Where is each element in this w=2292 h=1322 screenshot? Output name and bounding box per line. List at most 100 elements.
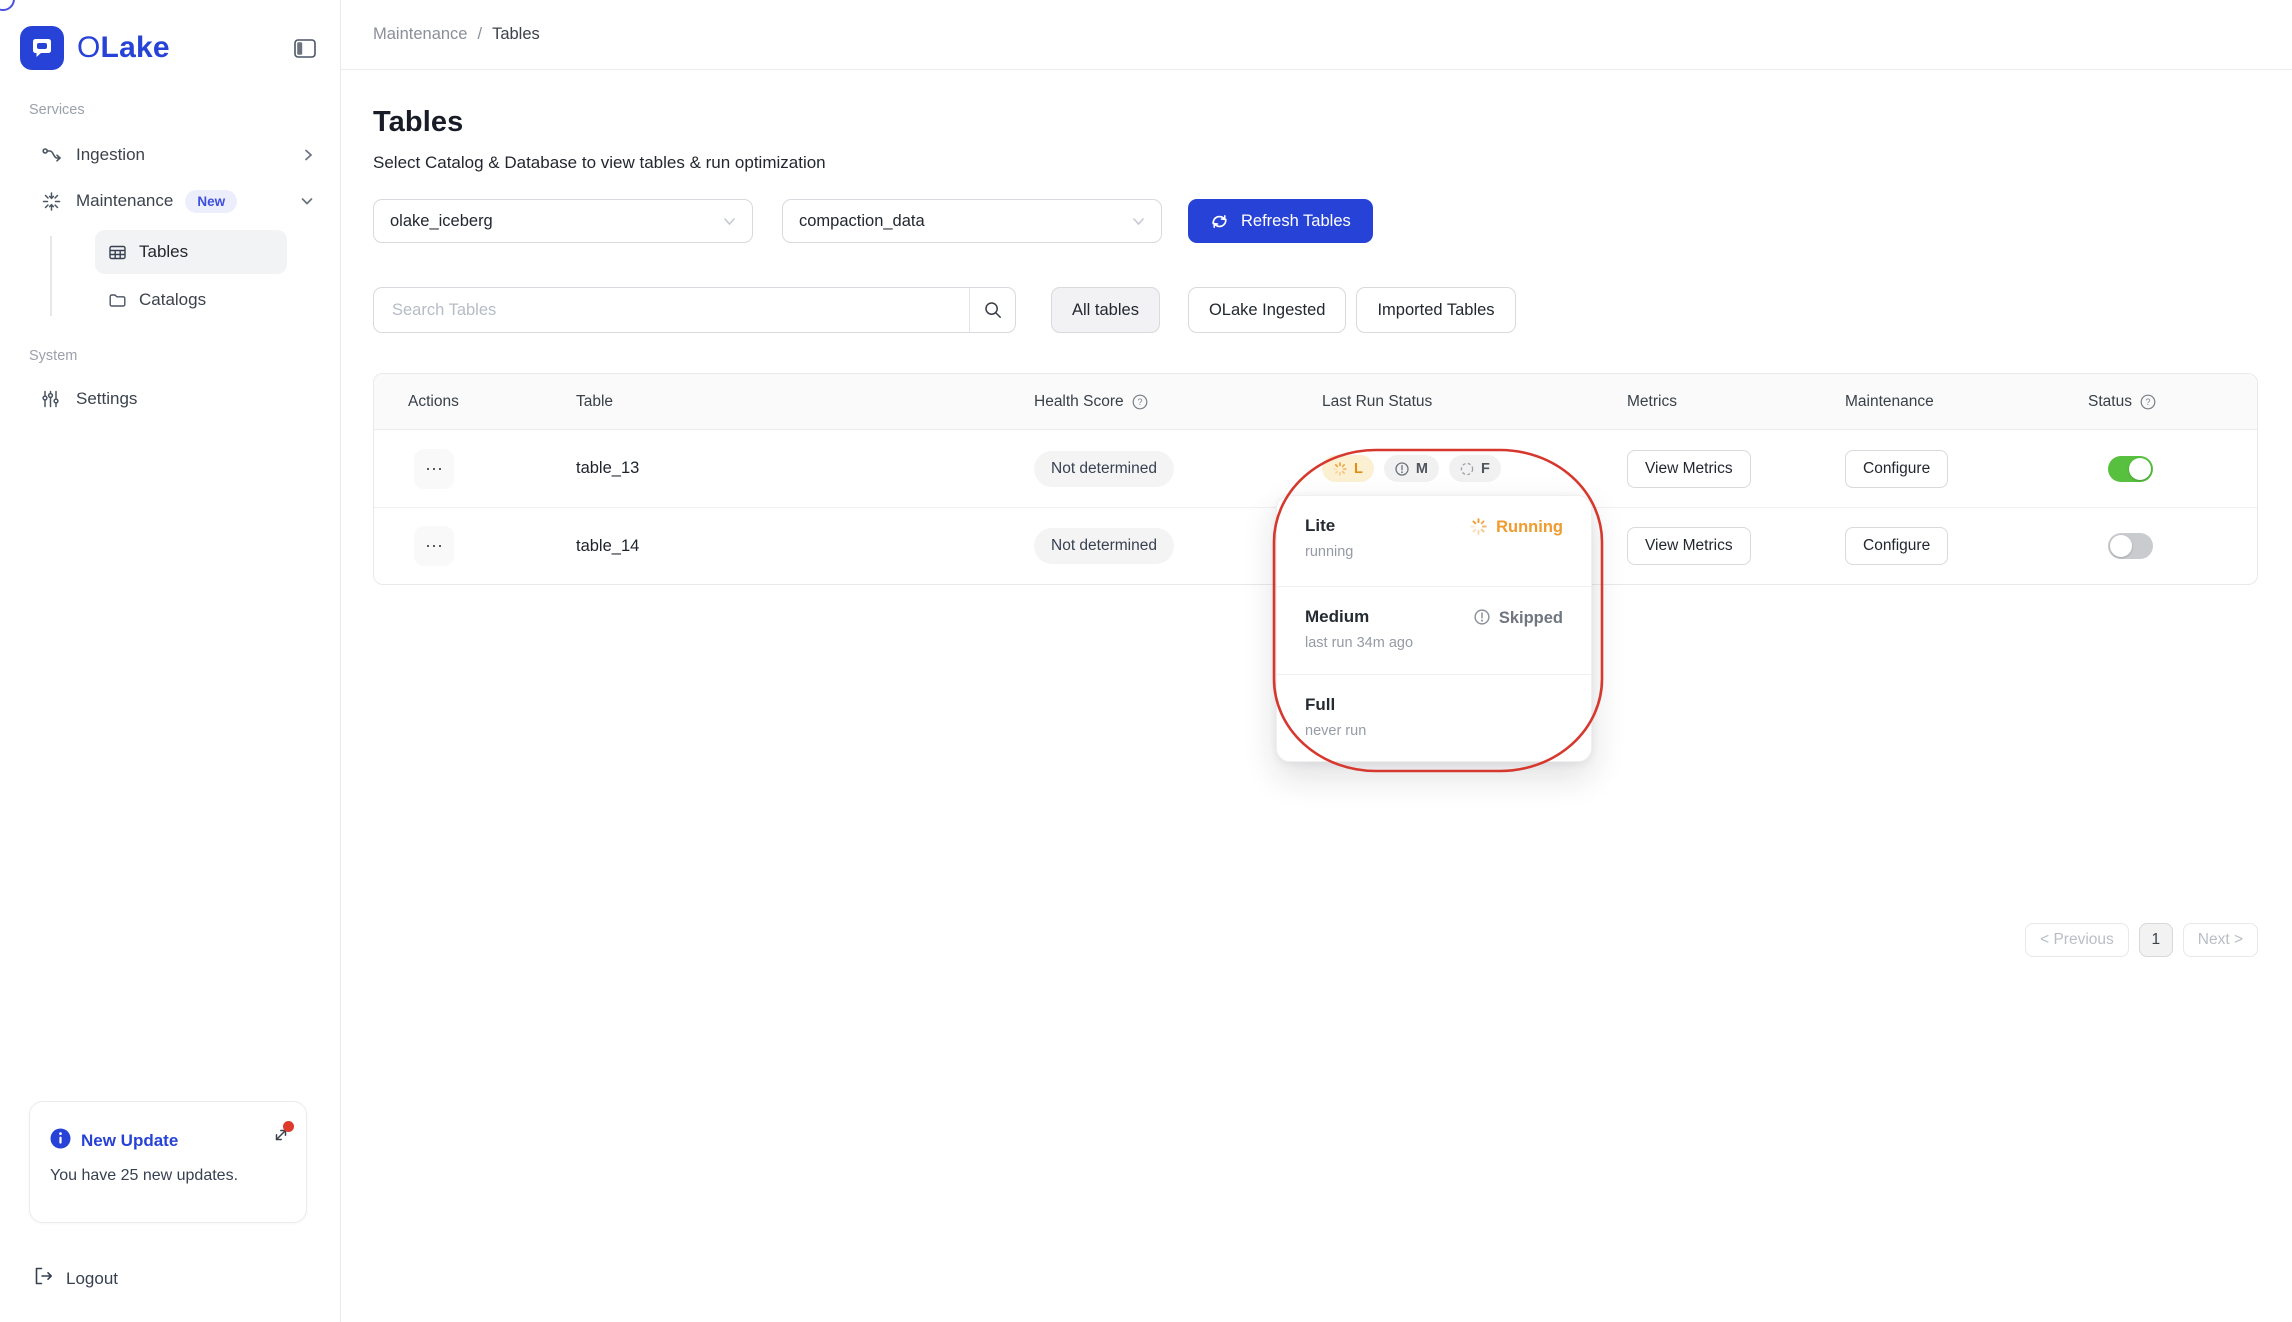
chip-full[interactable]: F [1448,455,1501,482]
chip-full-label: F [1480,460,1490,477]
update-card: New Update You have 25 new updates. [29,1101,307,1223]
settings-label: Settings [76,389,138,408]
logo-text-prefix: O [77,31,101,64]
breadcrumb-current: Tables [492,25,540,43]
popover-lite-status: Running [1496,518,1563,536]
catalog-select-value: olake_iceberg [390,211,493,230]
previous-page-button[interactable]: < Previous [2025,923,2129,957]
notification-dot [283,1121,294,1132]
sidebar-bottom: New Update You have 25 new updates. Logo… [0,1101,340,1322]
maintenance-label: Maintenance [76,191,174,210]
last-run-chips[interactable]: L M F [1322,455,1501,482]
col-actions: Actions [408,392,459,410]
table-name-cell: table_14 [576,536,640,555]
logo-row: OLake [0,0,340,70]
sidebar: OLake Services Ingestion Maintenance New… [0,0,341,1322]
table-name-cell: table_13 [576,459,640,477]
breadcrumb-parent[interactable]: Maintenance [373,25,467,44]
sidebar-item-maintenance[interactable]: Maintenance New [0,178,340,224]
view-metrics-button[interactable]: View Metrics [1627,449,1751,488]
maintenance-icon [42,191,62,211]
app-root: OLake Services Ingestion Maintenance New… [0,0,2292,1322]
logo-text-rest: Lake [100,31,170,64]
col-maintenance: Maintenance [1845,392,1934,410]
page-title: Tables [373,106,464,138]
system-section-label: System [29,348,78,364]
spinner-icon [1333,461,1347,476]
table-header-row: Actions Table Health Score ? Last Run St… [374,374,2257,430]
svg-text:?: ? [2145,397,2150,407]
col-metrics: Metrics [1627,392,1677,410]
sidebar-item-ingestion[interactable]: Ingestion [0,132,340,178]
popover-medium-subtitle: last run 34m ago [1305,635,1414,651]
page-number[interactable]: 1 [2138,923,2173,957]
row-actions-button[interactable]: ⋯ [414,448,454,489]
catalog-select[interactable]: olake_iceberg [373,199,753,243]
status-toggle[interactable] [2108,533,2153,559]
col-last-run-status: Last Run Status [1322,392,1433,410]
select-chevron-icon [1132,217,1145,226]
row-actions-button[interactable]: ⋯ [414,526,454,566]
refresh-tables-button[interactable]: Refresh Tables [1188,199,1373,243]
health-score-badge: Not determined [1034,450,1174,487]
popover-section-full: Full never run [1277,674,1591,761]
maintenance-subtree: Tables Catalogs [0,230,340,322]
search-input[interactable] [374,288,969,332]
chip-lite-label: L [1354,460,1363,477]
sidebar-item-catalogs[interactable]: Catalogs [95,278,287,322]
last-run-popover: Lite running Running Medium last run 34m… [1276,495,1592,762]
chip-medium[interactable]: M [1383,455,1439,482]
search-row: All tables OLake Ingested Imported Table… [373,287,2258,333]
info-circle-icon [50,1128,71,1154]
col-status: Status ? [2088,393,2257,411]
page-subtitle: Select Catalog & Database to view tables… [373,153,826,172]
logout-label: Logout [66,1268,118,1288]
ingestion-label: Ingestion [76,145,145,164]
refresh-tables-label: Refresh Tables [1241,211,1351,230]
help-circle-icon[interactable]: ? [2140,394,2156,410]
sidebar-item-tables[interactable]: Tables [95,230,287,274]
database-select-value: compaction_data [799,211,925,230]
chevron-right-icon [302,148,314,162]
view-metrics-button[interactable]: View Metrics [1627,527,1751,565]
popover-lite-title: Lite [1305,516,1336,535]
controls-row: olake_iceberg compaction_data Refresh Ta… [373,199,2258,243]
filter-olake-ingested[interactable]: OLake Ingested [1187,287,1347,333]
subtree-guide-line [50,236,52,316]
dashed-circle-icon [1460,462,1474,475]
chevron-down-icon [300,195,314,207]
status-toggle[interactable] [2108,455,2153,482]
chip-lite[interactable]: L [1322,455,1374,482]
tables-label: Tables [139,242,189,261]
logout-button[interactable]: Logout [0,1267,340,1322]
configure-button[interactable]: Configure [1845,449,1949,488]
popover-full-title: Full [1305,695,1336,714]
col-table: Table [576,392,614,410]
svg-text:?: ? [1137,397,1142,407]
update-card-title: New Update [81,1131,179,1150]
filter-imported-tables[interactable]: Imported Tables [1356,287,1516,333]
expand-arrow-icon[interactable] [272,1121,294,1149]
sidebar-item-settings[interactable]: Settings [0,376,340,422]
sidebar-collapse-icon[interactable] [294,38,316,58]
catalogs-label: Catalogs [139,290,207,309]
database-select[interactable]: compaction_data [782,199,1162,243]
tables-icon [109,245,127,260]
services-section-label: Services [29,102,85,118]
settings-sliders-icon [42,390,62,408]
help-circle-icon[interactable]: ? [1132,394,1148,410]
col-health-score: Health Score ? [1034,393,1322,411]
filter-all-tables[interactable]: All tables [1051,287,1160,333]
logout-icon [34,1267,53,1290]
breadcrumb: Maintenance / Tables [341,0,2292,70]
ingestion-icon [42,146,62,164]
search-icon[interactable] [969,288,1015,332]
select-chevron-icon [723,217,736,226]
configure-button[interactable]: Configure [1845,527,1949,565]
popover-medium-title: Medium [1305,607,1370,626]
logo-text: OLake [77,31,170,65]
breadcrumb-separator: / [477,25,483,43]
folder-icon [109,293,127,308]
next-page-button[interactable]: Next > [2182,923,2258,957]
new-badge: New [185,189,238,213]
